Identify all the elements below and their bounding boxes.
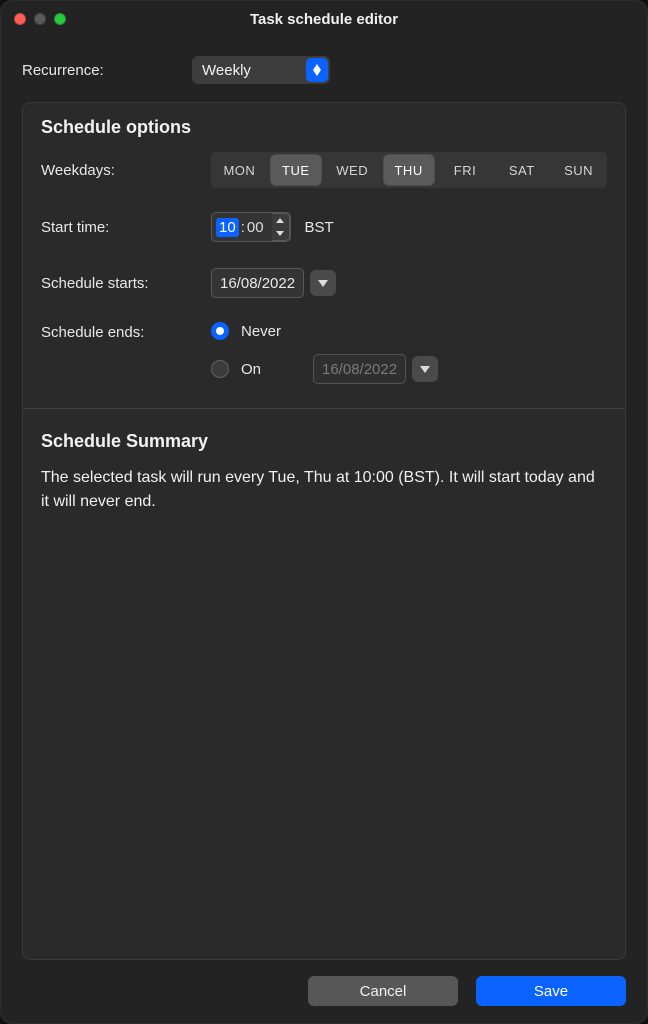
stepper-down-icon[interactable] — [272, 227, 289, 240]
schedule-panel: Schedule options Weekdays: MON TUE WED T… — [22, 102, 626, 960]
stepper-up-icon[interactable] — [272, 214, 289, 227]
start-time-row: Start time: 10 : 00 BST — [41, 210, 607, 244]
ends-never-label: Never — [241, 323, 301, 340]
ends-on-date-field: 16/08/2022 — [313, 354, 438, 384]
task-schedule-editor-window: Task schedule editor Recurrence: Weekly … — [0, 0, 648, 1024]
weekday-tue[interactable]: TUE — [271, 155, 321, 185]
schedule-summary-title: Schedule Summary — [41, 431, 607, 452]
weekday-fri[interactable]: FRI — [437, 152, 494, 188]
weekday-sat[interactable]: SAT — [493, 152, 550, 188]
date-picker-button[interactable] — [310, 270, 336, 296]
ends-on-row: On 16/08/2022 — [211, 354, 438, 384]
weekday-mon[interactable]: MON — [211, 152, 268, 188]
schedule-ends-row: Schedule ends: Never On 16/08/2022 — [41, 322, 607, 384]
ends-on-date-picker-button[interactable] — [412, 356, 438, 382]
schedule-starts-field[interactable]: 16/08/2022 — [211, 268, 336, 298]
schedule-starts-value[interactable]: 16/08/2022 — [211, 268, 304, 298]
weekdays-label: Weekdays: — [41, 162, 211, 179]
schedule-ends-label: Schedule ends: — [41, 322, 211, 341]
weekday-wed[interactable]: WED — [324, 152, 381, 188]
close-window-button[interactable] — [14, 13, 26, 25]
start-time-label: Start time: — [41, 219, 211, 236]
schedule-ends-group: Never On 16/08/2022 — [211, 322, 438, 384]
weekday-thu[interactable]: THU — [384, 155, 434, 185]
ends-never-radio[interactable] — [211, 322, 229, 340]
minimize-window-button[interactable] — [34, 13, 46, 25]
dialog-footer: Cancel Save — [0, 960, 648, 1024]
schedule-summary-text: The selected task will run every Tue, Th… — [41, 466, 601, 514]
time-separator: : — [239, 219, 247, 236]
schedule-options: Weekdays: MON TUE WED THU FRI SAT SUN St… — [41, 152, 607, 406]
ends-on-value: 16/08/2022 — [313, 354, 406, 384]
cancel-button[interactable]: Cancel — [308, 976, 458, 1006]
schedule-starts-label: Schedule starts: — [41, 275, 211, 292]
ends-on-radio[interactable] — [211, 360, 229, 378]
start-time-minutes[interactable]: 00 — [247, 219, 268, 236]
ends-on-label: On — [241, 361, 301, 378]
timezone-label: BST — [305, 219, 334, 236]
select-arrows-icon — [306, 58, 328, 82]
window-controls — [14, 13, 66, 25]
recurrence-select[interactable]: Weekly — [192, 56, 330, 84]
recurrence-label: Recurrence: — [22, 62, 192, 79]
window-title: Task schedule editor — [250, 11, 398, 28]
ends-never-row: Never — [211, 322, 438, 340]
recurrence-row: Recurrence: Weekly — [0, 38, 648, 94]
time-stepper[interactable] — [272, 213, 290, 241]
titlebar: Task schedule editor — [0, 0, 648, 38]
divider — [23, 408, 625, 409]
weekday-sun[interactable]: SUN — [550, 152, 607, 188]
schedule-options-title: Schedule options — [41, 117, 607, 138]
zoom-window-button[interactable] — [54, 13, 66, 25]
recurrence-value: Weekly — [202, 62, 251, 79]
start-time-hours[interactable]: 10 — [216, 218, 239, 237]
start-time-field[interactable]: 10 : 00 — [211, 212, 291, 242]
weekdays-segmented: MON TUE WED THU FRI SAT SUN — [211, 152, 607, 188]
schedule-starts-row: Schedule starts: 16/08/2022 — [41, 266, 607, 300]
weekdays-row: Weekdays: MON TUE WED THU FRI SAT SUN — [41, 152, 607, 188]
chevron-down-icon — [420, 366, 430, 373]
chevron-down-icon — [318, 280, 328, 287]
save-button[interactable]: Save — [476, 976, 626, 1006]
